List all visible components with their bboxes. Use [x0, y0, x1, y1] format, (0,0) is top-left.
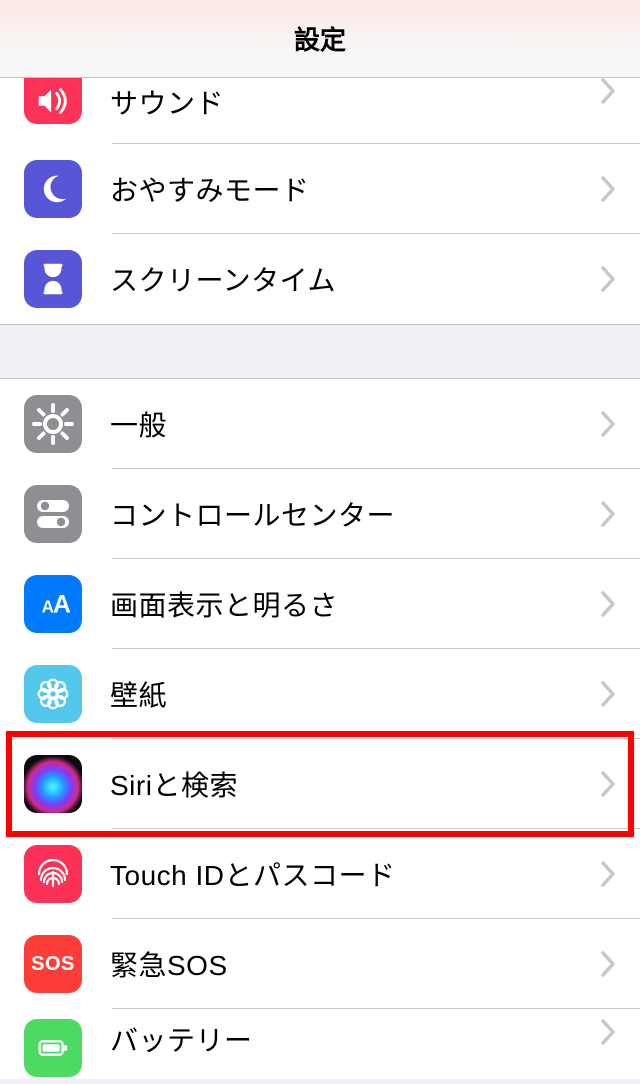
row-label: 壁紙 — [110, 674, 167, 714]
row-emergency-sos[interactable]: SOS 緊急SOS — [0, 919, 640, 1009]
chevron-right-icon — [600, 411, 616, 437]
flower-icon — [24, 665, 82, 723]
chevron-right-icon — [600, 501, 616, 527]
row-touch-id-passcode[interactable]: Touch IDとパスコード — [0, 829, 640, 919]
row-do-not-disturb[interactable]: おやすみモード — [0, 144, 640, 234]
row-general[interactable]: 一般 — [0, 379, 640, 469]
text-size-icon: AA — [24, 575, 82, 633]
chevron-right-icon — [600, 176, 616, 202]
gear-icon — [24, 395, 82, 453]
row-siri-search[interactable]: Siriと検索 — [0, 739, 640, 829]
row-sounds[interactable]: サウンド — [0, 78, 640, 144]
chevron-right-icon — [600, 1019, 616, 1045]
chevron-right-icon — [600, 951, 616, 977]
row-label: サウンド — [110, 82, 224, 122]
row-screen-time[interactable]: スクリーンタイム — [0, 234, 640, 324]
battery-icon — [24, 1019, 82, 1077]
chevron-right-icon — [600, 861, 616, 887]
row-label: 画面表示と明るさ — [110, 584, 338, 624]
section-gap — [0, 324, 640, 378]
siri-icon — [24, 755, 82, 813]
settings-group: 一般 コントロールセンター AA 画面表示と明る — [0, 378, 640, 1079]
row-wallpaper[interactable]: 壁紙 — [0, 649, 640, 739]
sos-icon: SOS — [24, 935, 82, 993]
row-label: おやすみモード — [110, 169, 310, 209]
nav-bar: 設定 — [0, 0, 640, 78]
settings-list: サウンド おやすみモード スクリーンタイム — [0, 78, 640, 1079]
row-label: 一般 — [110, 404, 167, 444]
chevron-right-icon — [600, 591, 616, 617]
row-control-center[interactable]: コントロールセンター — [0, 469, 640, 559]
page-title: 設定 — [294, 20, 346, 57]
chevron-right-icon — [600, 266, 616, 292]
svg-text:A: A — [53, 592, 71, 619]
sounds-icon — [24, 78, 82, 124]
chevron-right-icon — [600, 681, 616, 707]
settings-screen: 設定 サウンド おやすみモード スクリーンタイム — [0, 0, 640, 1084]
moon-icon — [24, 160, 82, 218]
row-display-brightness[interactable]: AA 画面表示と明るさ — [0, 559, 640, 649]
row-label: Siriと検索 — [110, 764, 238, 804]
hourglass-icon — [24, 250, 82, 308]
row-label: コントロールセンター — [110, 494, 395, 534]
sos-text: SOS — [31, 953, 75, 976]
fingerprint-icon — [24, 845, 82, 903]
row-label: Touch IDとパスコード — [110, 854, 396, 894]
chevron-right-icon — [600, 771, 616, 797]
row-label: スクリーンタイム — [110, 259, 336, 299]
row-battery[interactable]: バッテリー — [0, 1009, 640, 1079]
toggles-icon — [24, 485, 82, 543]
row-label: バッテリー — [110, 1019, 253, 1059]
row-label: 緊急SOS — [110, 944, 228, 984]
chevron-right-icon — [600, 78, 616, 104]
